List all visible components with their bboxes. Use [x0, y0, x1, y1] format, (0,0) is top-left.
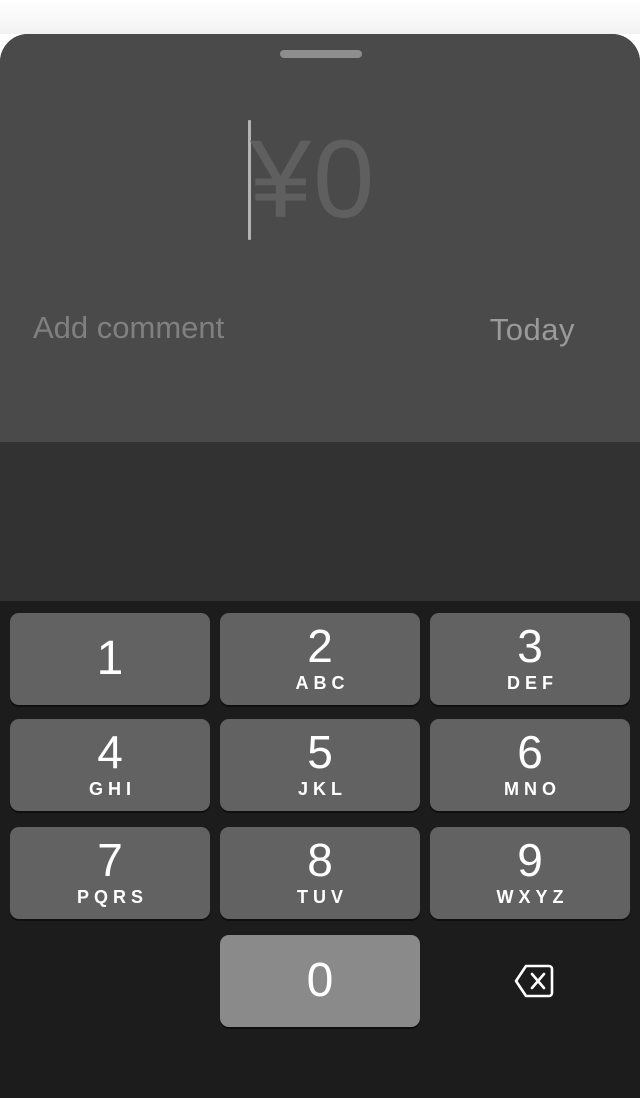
key-digit: 9 — [517, 834, 543, 886]
key-digit: 4 — [97, 726, 123, 778]
key-letters: DEF — [507, 673, 558, 693]
key-1[interactable]: 1 — [10, 613, 210, 705]
key-digit: 6 — [517, 726, 543, 778]
backdrop — [0, 0, 640, 34]
sheet-header: ¥0 Today — [0, 34, 640, 442]
key-digit: 7 — [97, 834, 123, 886]
sheet-grabber-handle[interactable] — [280, 50, 362, 58]
key-0[interactable]: 0 — [220, 935, 420, 1027]
amount-value: ¥0 — [250, 118, 377, 241]
key-digit: 0 — [306, 954, 334, 1007]
key-3[interactable]: 3 DEF — [430, 613, 630, 705]
backspace-icon — [514, 964, 554, 998]
key-letters: GHI — [88, 779, 136, 799]
bottom-sheet: ¥0 Today 1 2 ABC 3 DEF 4 GHI 5 — [0, 34, 640, 1098]
key-6[interactable]: 6 MNO — [430, 719, 630, 811]
key-7[interactable]: 7 PQRS — [10, 827, 210, 919]
key-letters: WXYZ — [496, 887, 569, 907]
key-letters: JKL — [297, 779, 347, 799]
comment-input[interactable] — [33, 310, 393, 346]
key-letters: PQRS — [76, 887, 148, 907]
key-8[interactable]: 8 TUV — [220, 827, 420, 919]
key-9[interactable]: 9 WXYZ — [430, 827, 630, 919]
key-letters: TUV — [297, 887, 348, 907]
key-digit: 5 — [307, 726, 333, 778]
numeric-keypad: 1 2 ABC 3 DEF 4 GHI 5 JKL 6 MNO 7 PQRS 8… — [0, 601, 640, 1098]
amount-display[interactable]: ¥0 — [0, 120, 640, 250]
key-letters: MNO — [504, 779, 561, 799]
date-button[interactable]: Today — [490, 312, 575, 348]
content-area — [0, 442, 640, 601]
screen: ¥0 Today 1 2 ABC 3 DEF 4 GHI 5 — [0, 0, 640, 1098]
key-2[interactable]: 2 ABC — [220, 613, 420, 705]
delete-key[interactable] — [430, 937, 630, 1029]
key-digit: 1 — [96, 632, 124, 685]
key-digit: 3 — [517, 620, 543, 672]
key-digit: 8 — [307, 834, 333, 886]
key-4[interactable]: 4 GHI — [10, 719, 210, 811]
key-letters: ABC — [295, 673, 350, 693]
key-digit: 2 — [307, 620, 333, 672]
key-5[interactable]: 5 JKL — [220, 719, 420, 811]
